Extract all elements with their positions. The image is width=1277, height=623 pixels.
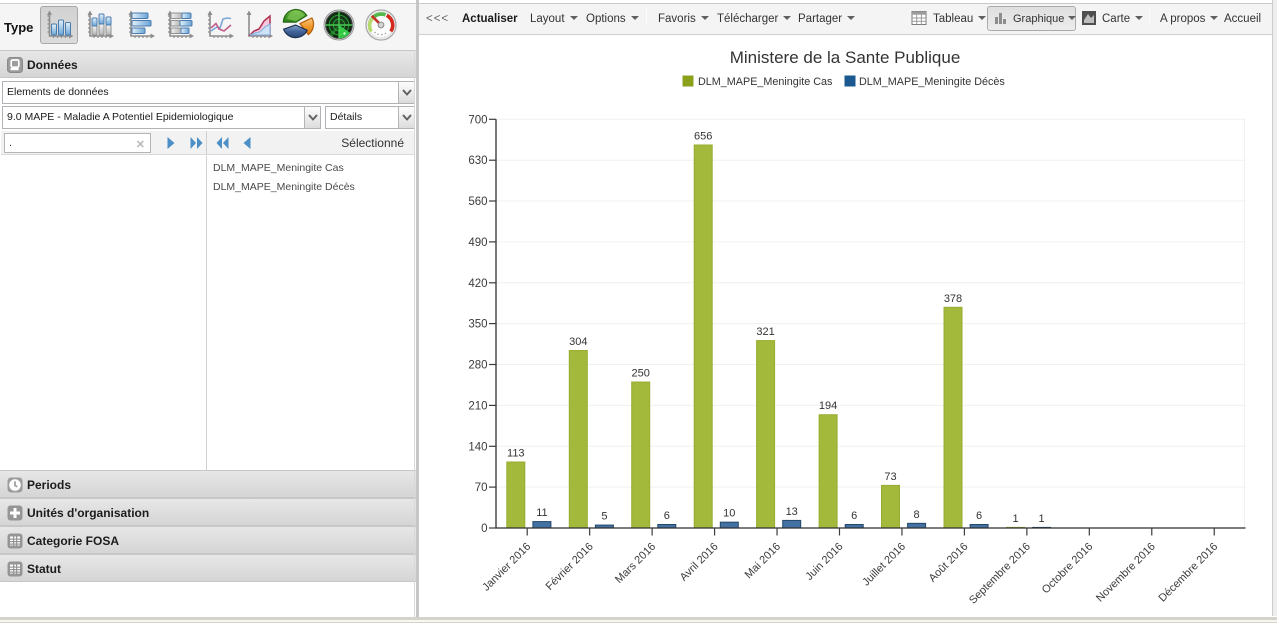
- svg-text:0: 0: [481, 523, 487, 535]
- svg-text:Ministere de la Sante Publique: Ministere de la Sante Publique: [730, 48, 961, 67]
- svg-text:350: 350: [468, 319, 487, 331]
- svg-text:70: 70: [475, 482, 488, 494]
- svg-text:10: 10: [723, 508, 735, 520]
- svg-text:630: 630: [468, 155, 487, 167]
- svg-text:378: 378: [944, 293, 962, 305]
- svg-text:Juin 2016: Juin 2016: [803, 541, 845, 583]
- svg-text:13: 13: [786, 506, 798, 518]
- svg-text:700: 700: [468, 114, 487, 126]
- svg-text:Novembre 2016: Novembre 2016: [1094, 541, 1158, 605]
- svg-text:490: 490: [468, 237, 487, 249]
- svg-text:Décembre 2016: Décembre 2016: [1157, 541, 1221, 605]
- svg-text:DLM_MAPE_Meningite Cas: DLM_MAPE_Meningite Cas: [698, 76, 833, 88]
- svg-text:1: 1: [1012, 513, 1018, 525]
- svg-text:Octobre 2016: Octobre 2016: [1040, 541, 1096, 597]
- svg-text:560: 560: [468, 196, 487, 208]
- svg-text:Février 2016: Février 2016: [544, 541, 596, 593]
- svg-text:210: 210: [468, 400, 487, 412]
- svg-text:Janvier 2016: Janvier 2016: [480, 541, 533, 594]
- svg-text:1: 1: [1039, 513, 1045, 525]
- svg-text:140: 140: [468, 441, 487, 453]
- svg-text:6: 6: [664, 510, 670, 522]
- svg-text:11: 11: [536, 507, 547, 519]
- svg-text:6: 6: [851, 510, 857, 522]
- svg-text:113: 113: [507, 448, 525, 460]
- svg-text:6: 6: [976, 510, 982, 522]
- svg-text:8: 8: [914, 509, 920, 521]
- svg-text:DLM_MAPE_Meningite Décès: DLM_MAPE_Meningite Décès: [859, 76, 1005, 88]
- svg-text:250: 250: [632, 368, 650, 380]
- svg-text:73: 73: [884, 471, 896, 483]
- svg-text:Avril 2016: Avril 2016: [678, 541, 721, 584]
- svg-text:304: 304: [569, 336, 587, 348]
- svg-text:Mars 2016: Mars 2016: [613, 541, 658, 586]
- svg-text:5: 5: [601, 511, 607, 523]
- svg-text:Septembre 2016: Septembre 2016: [967, 541, 1033, 607]
- svg-text:Juillet 2016: Juillet 2016: [860, 541, 908, 589]
- svg-text:194: 194: [819, 400, 837, 412]
- svg-text:321: 321: [756, 326, 774, 338]
- svg-text:Août 2016: Août 2016: [927, 541, 971, 585]
- svg-text:656: 656: [694, 131, 712, 143]
- svg-text:280: 280: [468, 360, 487, 372]
- svg-text:Mai 2016: Mai 2016: [743, 541, 783, 581]
- svg-text:420: 420: [468, 278, 487, 290]
